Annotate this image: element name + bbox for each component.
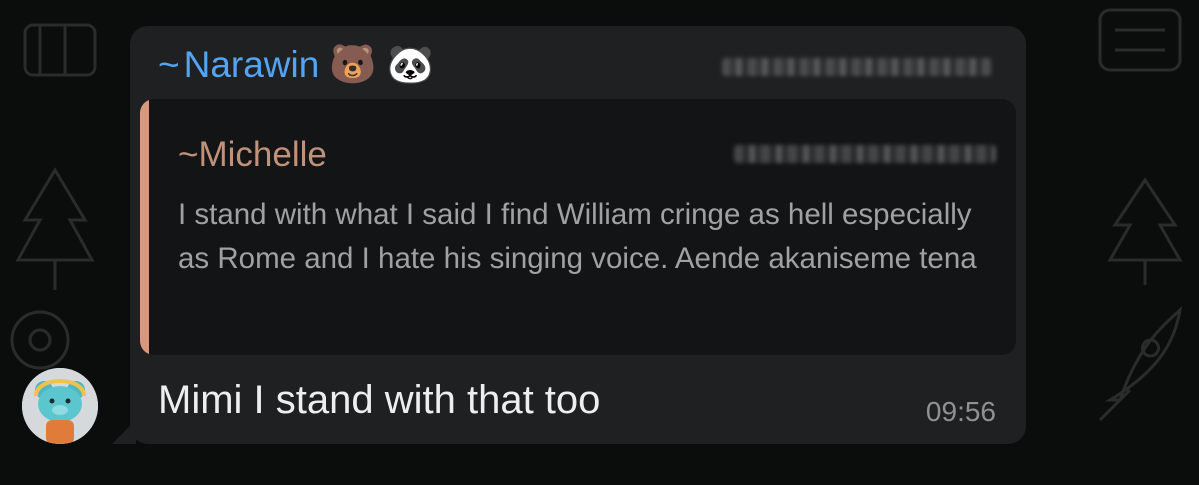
quote-accent-bar: [140, 99, 149, 355]
panda-emoji-icon: 🐼: [386, 44, 434, 86]
bear-emoji-icon: 🐻: [329, 44, 377, 86]
hat-doodle-icon: [23, 23, 97, 77]
quoted-sender-prefix: ~: [178, 135, 199, 174]
message-text: Mimi I stand with that too: [158, 378, 601, 422]
sender-name[interactable]: Narawin: [184, 44, 320, 86]
box-doodle-icon: [1098, 8, 1182, 72]
tree-doodle-right-icon: [1107, 177, 1183, 285]
sender-header[interactable]: ~ Narawin 🐻 🐼: [158, 44, 434, 86]
quoted-sender: ~Michelle: [178, 135, 327, 175]
message-time: 09:56: [925, 396, 996, 427]
message-bubble[interactable]: ~ Narawin 🐻 🐼 ~Michelle I stand with wha…: [130, 26, 1026, 444]
quoted-message[interactable]: ~Michelle I stand with what I said I fin…: [140, 99, 1016, 355]
sender-avatar[interactable]: [22, 368, 98, 444]
sender-prefix: ~: [158, 44, 180, 85]
bear-avatar-icon: [22, 368, 98, 444]
quoted-phone-redacted: [734, 145, 996, 163]
rocket-doodle-icon: [1098, 305, 1183, 422]
quoted-sender-name: Michelle: [198, 135, 327, 174]
tree-doodle-icon: [15, 167, 95, 290]
quoted-text: I stand with what I said I find William …: [178, 198, 977, 275]
sender-phone-redacted: [722, 58, 992, 76]
